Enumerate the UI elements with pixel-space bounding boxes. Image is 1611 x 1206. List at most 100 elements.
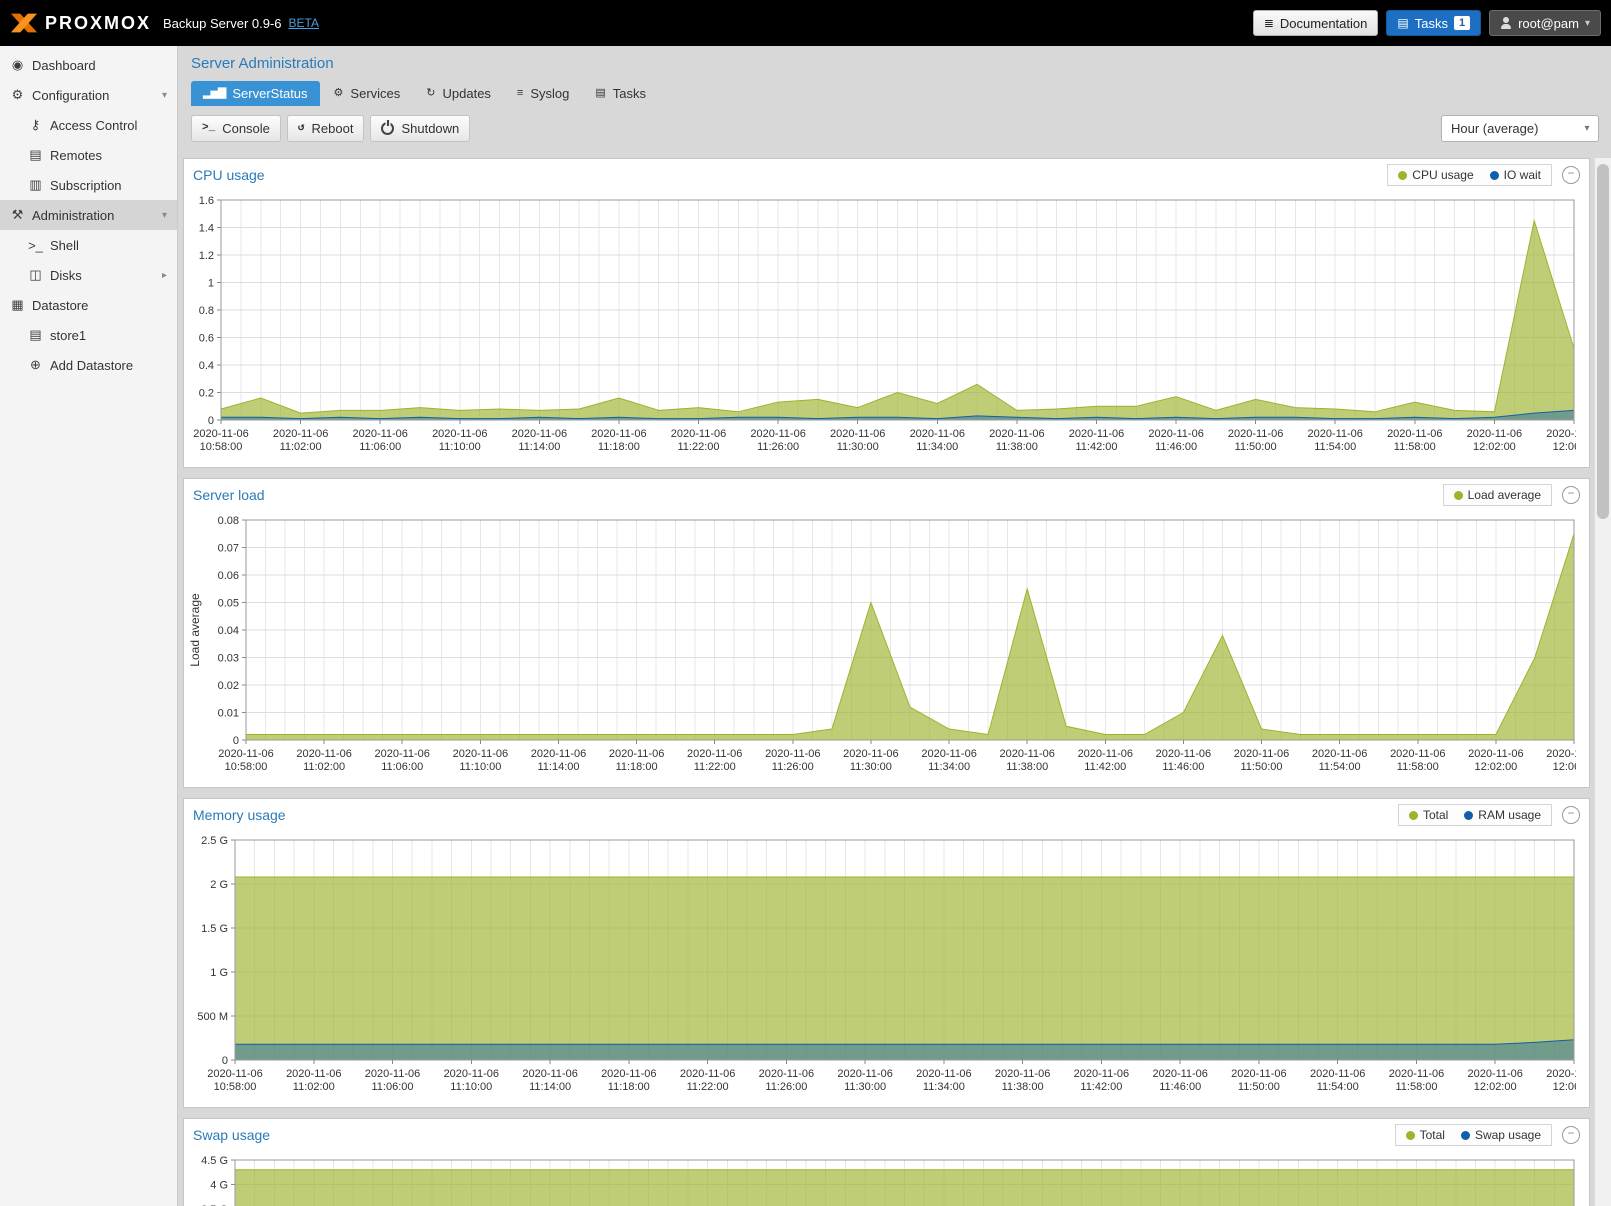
sidebar-item-subscription[interactable]: ▥Subscription [0, 170, 177, 200]
svg-text:0.04: 0.04 [218, 625, 239, 637]
proxmox-logo: PROXMOX [10, 12, 151, 34]
chart-legend: TotalRAM usage [1398, 804, 1552, 826]
tasks-icon: ▤ [595, 88, 605, 99]
svg-text:0.03: 0.03 [218, 653, 239, 665]
legend-item-load-average: Load average [1454, 488, 1541, 502]
collapse-icon[interactable]: − [1562, 1126, 1580, 1144]
panel-title: Memory usage [193, 807, 286, 823]
tasks-icon: ▤ [1397, 17, 1408, 29]
svg-text:2020-11-06: 2020-11-06 [995, 1068, 1050, 1080]
sidebar-item-label: Administration [32, 208, 114, 223]
tasks-button[interactable]: ▤ Tasks 1 [1386, 10, 1481, 36]
tab-tasks[interactable]: ▤ Tasks [583, 81, 658, 106]
toolbar: >_Console↺Reboot Shutdown Hour (average) … [191, 115, 1599, 142]
toolbar-button-label: Console [222, 121, 270, 136]
svg-text:11:22:00: 11:22:00 [694, 761, 736, 773]
svg-text:2020-11-06: 2020-11-06 [1468, 748, 1523, 760]
svg-text:11:30:00: 11:30:00 [844, 1081, 886, 1093]
tab-syslog[interactable]: ≡Syslog [505, 81, 581, 106]
svg-text:2020-11-06: 2020-11-06 [453, 748, 508, 760]
scrollbar-thumb[interactable] [1597, 164, 1609, 519]
svg-text:11:42:00: 11:42:00 [1084, 761, 1126, 773]
svg-text:2020-11-06: 2020-11-06 [1228, 428, 1283, 440]
console-button[interactable]: >_Console [191, 115, 281, 142]
chart-icon: ▂▅▇ [203, 88, 225, 99]
sidebar-item-disks[interactable]: ◫Disks▸ [0, 260, 177, 290]
collapse-icon[interactable]: − [1562, 806, 1580, 824]
svg-text:2020-11-06: 2020-11-06 [1307, 428, 1362, 440]
subscription-icon: ▥ [26, 177, 45, 193]
sidebar-item-add-datastore[interactable]: ⊕Add Datastore [0, 350, 177, 380]
beta-link[interactable]: BETA [289, 16, 319, 30]
collapse-icon[interactable]: − [1562, 166, 1580, 184]
svg-text:11:46:00: 11:46:00 [1162, 761, 1204, 773]
documentation-button[interactable]: ≣ Documentation [1253, 10, 1379, 36]
chevron-down-icon: ▾ [1585, 18, 1590, 29]
svg-text:11:42:00: 11:42:00 [1080, 1081, 1122, 1093]
svg-text:1: 1 [208, 278, 214, 290]
tab-serverstatus[interactable]: ▂▅▇ServerStatus [191, 81, 320, 106]
svg-text:2020-11-06: 2020-11-06 [999, 748, 1054, 760]
header-actions: ≣ Documentation ▤ Tasks 1 root@pam ▾ [1253, 10, 1601, 36]
collapse-icon[interactable]: − [1562, 486, 1580, 504]
chart-memory-usage: 0500 M1 G1.5 G2 G2.5 G2020-11-0610:58:00… [184, 830, 1589, 1107]
svg-text:11:10:00: 11:10:00 [459, 761, 501, 773]
sidebar-item-dashboard[interactable]: ◉Dashboard [0, 50, 177, 80]
svg-text:2020-11-06: 2020-11-06 [273, 428, 328, 440]
legend-dot [1461, 1131, 1470, 1140]
svg-text:0.05: 0.05 [218, 598, 239, 610]
proxmox-x-icon [10, 12, 38, 34]
svg-text:2020-11-06: 2020-11-06 [444, 1068, 499, 1080]
sidebar-item-shell[interactable]: >_Shell [0, 230, 177, 260]
toolbar-button-label: Reboot [312, 121, 354, 136]
chart-legend: CPU usageIO wait [1387, 164, 1552, 186]
tab-updates[interactable]: ↻Updates [414, 81, 503, 106]
legend-label: Total [1420, 1128, 1445, 1142]
svg-text:2 G: 2 G [210, 879, 228, 891]
sidebar-item-label: Access Control [50, 118, 137, 133]
svg-text:2020-11-06: 2020-11-06 [207, 1068, 262, 1080]
svg-text:11:18:00: 11:18:00 [598, 441, 640, 453]
page-title: Server Administration [191, 55, 1599, 72]
sidebar-item-access-control[interactable]: ⚷Access Control [0, 110, 177, 140]
timeframe-value: Hour (average) [1451, 121, 1538, 136]
svg-text:11:50:00: 11:50:00 [1240, 761, 1282, 773]
legend-item-io-wait: IO wait [1490, 168, 1541, 182]
svg-text:2020-11-06: 2020-11-06 [750, 428, 805, 440]
chart-svg: 0500 M1 G1.5 G2 G2.5 G3 G3.5 G4 G4.5 G20… [186, 1152, 1576, 1206]
top-header: PROXMOX Backup Server 0.9-6 BETA ≣ Docum… [0, 0, 1611, 46]
svg-text:2020-11-06: 2020-11-06 [1074, 1068, 1129, 1080]
sidebar-item-label: Disks [50, 268, 82, 283]
timeframe-select[interactable]: Hour (average) ▾ [1441, 115, 1599, 142]
sidebar-item-datastore[interactable]: ▦Datastore [0, 290, 177, 320]
svg-text:0.07: 0.07 [218, 543, 239, 555]
sidebar-item-configuration[interactable]: ⚙Configuration▾ [0, 80, 177, 110]
user-icon [1500, 17, 1512, 29]
wrench-icon: ⚒ [8, 207, 27, 223]
sidebar-item-administration[interactable]: ⚒Administration▾ [0, 200, 177, 230]
svg-text:2020-11-06: 2020-11-06 [1546, 1068, 1576, 1080]
sidebar-item-store1[interactable]: ▤store1 [0, 320, 177, 350]
svg-text:11:22:00: 11:22:00 [677, 441, 719, 453]
panel-header: Swap usageTotalSwap usage− [184, 1119, 1589, 1150]
svg-text:2020-11-06: 2020-11-06 [1389, 1068, 1444, 1080]
reboot-button[interactable]: ↺Reboot [287, 115, 365, 142]
sidebar-item-remotes[interactable]: ▤Remotes [0, 140, 177, 170]
svg-text:11:46:00: 11:46:00 [1159, 1081, 1201, 1093]
svg-text:11:10:00: 11:10:00 [439, 441, 481, 453]
legend-dot [1406, 1131, 1415, 1140]
refresh-icon: ↻ [426, 88, 435, 99]
svg-text:11:14:00: 11:14:00 [537, 761, 579, 773]
tab-services[interactable]: ⚙Services [322, 81, 413, 106]
toolbar-button-label: Shutdown [401, 121, 459, 136]
tab-label: Tasks [613, 86, 646, 101]
svg-text:2020-11-06: 2020-11-06 [1156, 748, 1211, 760]
vertical-scrollbar[interactable] [1594, 158, 1611, 1206]
svg-text:0.6: 0.6 [199, 333, 214, 345]
user-menu-button[interactable]: root@pam ▾ [1489, 10, 1601, 36]
legend-dot [1490, 171, 1499, 180]
chart-cpu-usage: 00.20.40.60.811.21.41.62020-11-0610:58:0… [184, 190, 1589, 467]
svg-text:0: 0 [208, 415, 214, 427]
svg-text:2020-11-06: 2020-11-06 [601, 1068, 656, 1080]
shutdown-button[interactable]: Shutdown [370, 115, 470, 142]
